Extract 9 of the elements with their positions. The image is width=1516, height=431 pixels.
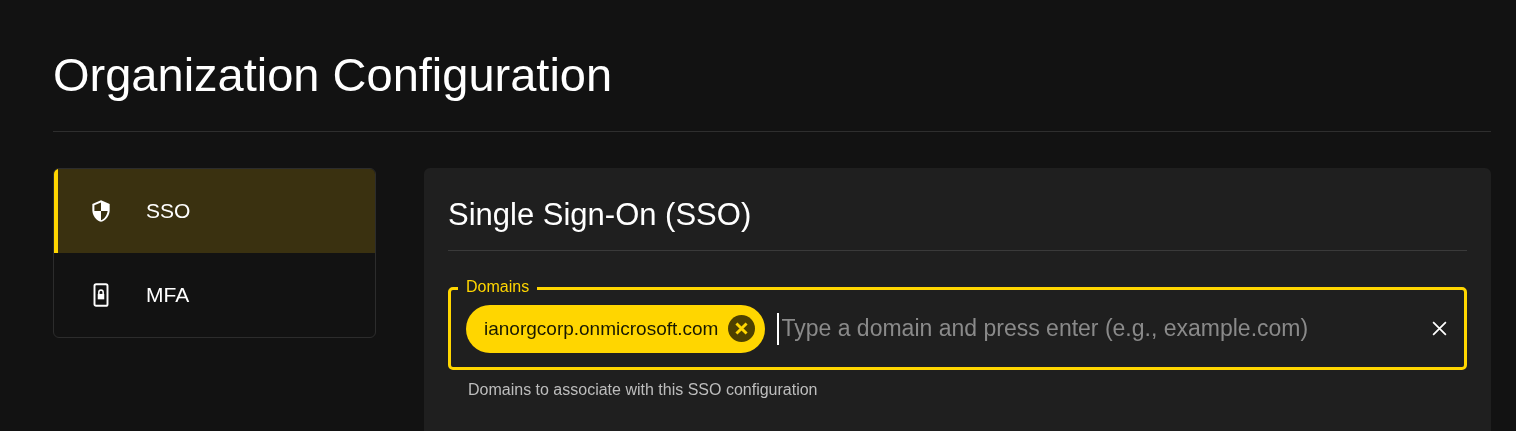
panel-title: Single Sign-On (SSO)	[448, 196, 752, 234]
sidebar-item[interactable]: SSO	[54, 169, 375, 253]
page-title: Organization Configuration	[53, 47, 613, 103]
helper-text: Domains to associate with this SSO configuration	[468, 381, 818, 399]
sidebar-item[interactable]: MFA	[54, 253, 375, 337]
domain-input[interactable]: Type a domain and press enter (e.g., example.com)	[777, 312, 1419, 345]
close-icon[interactable]	[1431, 320, 1448, 337]
remove-icon[interactable]	[728, 315, 756, 342]
domain-chip[interactable]: ianorgcorp.onmicrosoft.com	[466, 304, 766, 353]
